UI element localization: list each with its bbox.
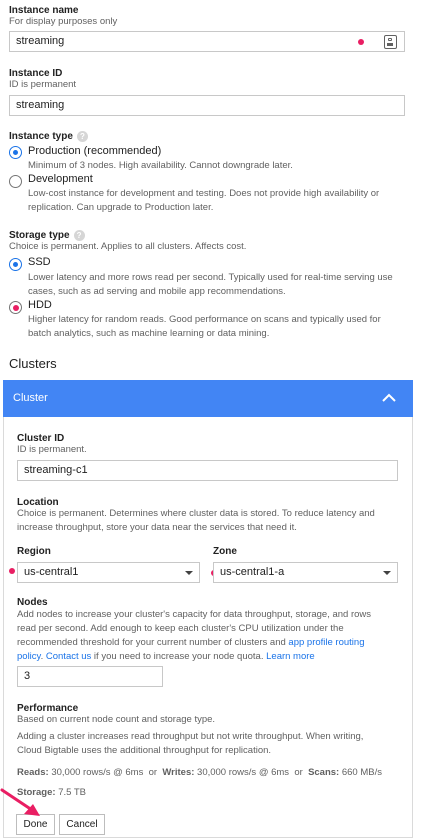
scans-label: Scans:: [308, 767, 340, 778]
marker-dot: [12, 304, 19, 311]
nodes-value: 3: [24, 670, 31, 682]
dropdown-caret-icon: [383, 571, 391, 575]
production-option-label: Production (recommended): [28, 145, 162, 157]
throughput-summary: Reads: 30,000 rows/s @ 6ms or Writes: 30…: [17, 766, 382, 780]
nodes-hint-line3-text: recommended threshold for your current n…: [17, 637, 289, 648]
production-option-desc: Minimum of 3 nodes. High availability. C…: [28, 160, 293, 171]
radio-production[interactable]: [9, 146, 22, 159]
marker-dot: [358, 39, 364, 45]
radio-development[interactable]: [9, 175, 22, 188]
region-select[interactable]: us-central1: [17, 562, 200, 583]
instance-name-value: streaming: [16, 35, 65, 47]
region-label: Region: [17, 546, 51, 557]
hdd-option-label: HDD: [28, 299, 52, 311]
card-icon[interactable]: [384, 35, 397, 49]
nodes-hint-line1: Add nodes to increase your cluster's cap…: [17, 609, 372, 620]
cluster-panel-title: Cluster: [13, 392, 48, 404]
hdd-option-desc-line1: Higher latency for random reads. Good pe…: [28, 314, 381, 325]
cancel-button[interactable]: Cancel: [59, 814, 105, 835]
dropdown-caret-icon: [185, 571, 193, 575]
nodes-hint-line3: recommended threshold for your current n…: [17, 636, 364, 650]
development-option-desc-line1: Low-cost instance for development and te…: [28, 188, 380, 199]
radio-ssd[interactable]: [9, 258, 22, 271]
zone-label: Zone: [213, 546, 237, 557]
instance-type-label-text: Instance type: [9, 131, 73, 143]
writes-value: 30,000 rows/s @ 6ms: [197, 767, 290, 778]
or-separator: or: [294, 767, 303, 778]
cluster-id-hint: ID is permanent.: [17, 444, 87, 455]
storage-value: 7.5 TB: [58, 787, 87, 798]
nodes-input[interactable]: 3: [17, 666, 163, 687]
arrow-pointer-icon: [0, 788, 40, 816]
ssd-option-desc-line2: cases, such as ad serving and mobile app…: [28, 286, 286, 297]
policy-link[interactable]: policy: [17, 651, 41, 662]
nodes-hint-line4-text: if you need to increase your node quota.: [91, 651, 267, 662]
zone-value: us-central1-a: [220, 566, 285, 578]
instance-name-input[interactable]: streaming: [9, 31, 405, 52]
reads-label: Reads:: [17, 767, 49, 778]
nodes-label: Nodes: [17, 597, 48, 608]
help-icon[interactable]: ?: [76, 131, 88, 142]
location-hint-line2: increase throughput, store your data nea…: [17, 522, 297, 533]
contact-us-link[interactable]: Contact us: [46, 651, 91, 662]
scans-value: 660 MB/s: [341, 767, 382, 778]
instance-id-hint: ID is permanent: [9, 79, 77, 90]
instance-name-hint: For display purposes only: [9, 16, 118, 27]
or-separator: or: [148, 767, 158, 778]
nodes-hint-line4: policy. Contact us if you need to increa…: [17, 650, 315, 664]
cluster-id-value: streaming-c1: [24, 464, 88, 476]
instance-id-value: streaming: [16, 99, 65, 111]
writes-label: Writes:: [162, 767, 195, 778]
ssd-option-desc-line1: Lower latency and more rows read per sec…: [28, 272, 393, 283]
reads-value: 30,000 rows/s @ 6ms: [51, 767, 144, 778]
chevron-up-icon[interactable]: [381, 392, 397, 404]
instance-id-input[interactable]: streaming: [9, 95, 405, 116]
app-profile-routing-link[interactable]: app profile routing: [288, 637, 364, 648]
storage-type-hint: Choice is permanent. Applies to all clus…: [9, 241, 247, 252]
zone-select[interactable]: us-central1-a: [213, 562, 398, 583]
instance-type-label: Instance type?: [9, 131, 88, 142]
hdd-option-desc-line2: batch analytics, such as machine learnin…: [28, 328, 270, 339]
ssd-option-label: SSD: [28, 256, 51, 268]
performance-desc-line2: Cloud Bigtable uses the additional throu…: [17, 745, 272, 756]
marker-dot: [9, 568, 15, 574]
development-option-desc-line2: replication. Can upgrade to Production l…: [28, 202, 214, 213]
performance-desc-line1: Adding a cluster increases read throughp…: [17, 731, 364, 742]
clusters-heading: Clusters: [9, 356, 57, 371]
performance-hint: Based on current node count and storage …: [17, 714, 216, 725]
development-option-label: Development: [28, 173, 93, 185]
learn-more-link[interactable]: Learn more: [266, 651, 315, 662]
cluster-panel-header[interactable]: Cluster: [3, 380, 413, 417]
cluster-id-input[interactable]: streaming-c1: [17, 460, 398, 481]
location-hint-line1: Choice is permanent. Determines where cl…: [17, 508, 375, 519]
nodes-hint-line2: read per second. Add enough to keep each…: [17, 623, 344, 634]
region-value: us-central1: [24, 566, 79, 578]
